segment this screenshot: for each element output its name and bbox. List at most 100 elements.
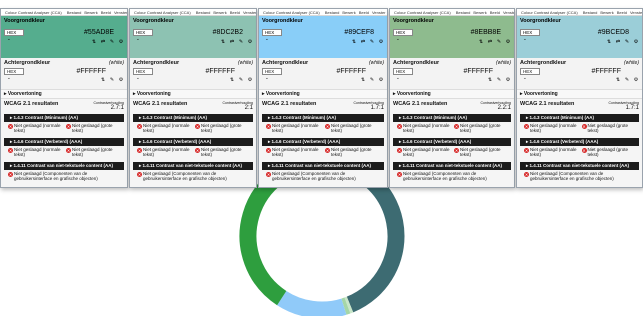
format-value: HEX <box>265 30 275 35</box>
criterion-1-4-6[interactable]: ▸ 1.4.6 Contrast (Verbeterd) (AAA) <box>262 138 384 146</box>
sliders-icon[interactable]: ⇅ <box>478 39 484 45</box>
swap-icon[interactable]: ⇄ <box>229 39 235 45</box>
menu-item-bewerk[interactable]: Bewerk <box>84 10 97 15</box>
preview-toggle[interactable]: ▸ Voorvertoning <box>1 90 127 99</box>
eyedropper-icon[interactable]: ✎ <box>496 39 502 45</box>
background-hex-value[interactable]: #FFFFFF <box>205 68 235 75</box>
eyedropper-icon[interactable]: ✎ <box>624 39 630 45</box>
criterion-1-4-11[interactable]: ▸ 1.4.11 Contrast van niet-tekstuele con… <box>4 162 124 170</box>
criterion-1-4-11[interactable]: ▸ 1.4.11 Contrast van niet-tekstuele con… <box>133 162 253 170</box>
swap-icon[interactable]: ⇄ <box>487 39 493 45</box>
sliders-icon[interactable]: ⇅ <box>229 77 235 83</box>
sliders-icon[interactable]: ⇅ <box>91 39 97 45</box>
background-hex-value[interactable]: #FFFFFF <box>463 68 493 75</box>
background-format-select[interactable]: HEX ⌄ <box>133 68 153 80</box>
settings-icon[interactable]: ⚙ <box>378 39 384 45</box>
criterion-1-4-11[interactable]: ▸ 1.4.11 Contrast van niet-tekstuele con… <box>520 162 639 170</box>
background-format-select[interactable]: HEX ⌄ <box>520 68 540 80</box>
fail-large-text: ✕ Niet geslaagd (grote tekst) <box>581 147 636 158</box>
settings-icon[interactable]: ⚙ <box>633 77 639 83</box>
eyedropper-icon[interactable]: ✎ <box>369 39 375 45</box>
sliders-icon[interactable]: ⇅ <box>615 77 621 83</box>
sliders-icon[interactable]: ⇅ <box>360 77 366 83</box>
settings-icon[interactable]: ⚙ <box>505 39 511 45</box>
foreground-format-select[interactable]: HEX ⌄ <box>133 29 153 41</box>
swap-icon[interactable]: ⇄ <box>100 39 106 45</box>
foreground-hex-value[interactable]: #55AD8E <box>84 29 114 36</box>
eyedropper-icon[interactable]: ✎ <box>238 77 244 83</box>
menu-item-beeld[interactable]: Beeld <box>101 10 111 15</box>
sliders-icon[interactable]: ⇅ <box>220 39 226 45</box>
results-title: WCAG 2.1 resultaten <box>133 101 188 107</box>
menu-item-beeld[interactable]: Beeld <box>490 10 500 15</box>
settings-icon[interactable]: ⚙ <box>247 39 253 45</box>
preview-toggle[interactable]: ▸ Voorvertoning <box>390 90 514 99</box>
sliders-icon[interactable]: ⇅ <box>606 39 612 45</box>
menu-item-venster[interactable]: Venster <box>630 10 642 15</box>
menu-item-bewerk[interactable]: Bewerk <box>473 10 486 15</box>
swap-icon[interactable]: ⇄ <box>360 39 366 45</box>
settings-icon[interactable]: ⚙ <box>505 77 511 83</box>
eyedropper-icon[interactable]: ✎ <box>496 77 502 83</box>
foreground-format-select[interactable]: HEX ⌄ <box>520 29 540 41</box>
menu-item-beeld[interactable]: Beeld <box>359 10 369 15</box>
settings-icon[interactable]: ⚙ <box>633 39 639 45</box>
menu-item-beeld[interactable]: Beeld <box>617 10 627 15</box>
criterion-1-4-11[interactable]: ▸ 1.4.11 Contrast van niet-tekstuele con… <box>393 162 511 170</box>
fail-icon: ✕ <box>454 147 459 153</box>
foreground-format-select[interactable]: HEX ⌄ <box>262 29 282 41</box>
criterion-1-4-6[interactable]: ▸ 1.4.6 Contrast (Verbeterd) (AAA) <box>393 138 511 146</box>
eyedropper-icon[interactable]: ✎ <box>109 77 115 83</box>
eyedropper-icon[interactable]: ✎ <box>369 77 375 83</box>
menu-item-venster[interactable]: Venster <box>243 10 256 15</box>
background-format-select[interactable]: HEX ⌄ <box>262 68 282 80</box>
foreground-format-select[interactable]: HEX ⌄ <box>393 29 413 41</box>
criterion-1-4-6[interactable]: ▸ 1.4.6 Contrast (Verbeterd) (AAA) <box>520 138 639 146</box>
settings-icon[interactable]: ⚙ <box>378 77 384 83</box>
background-hex-value[interactable]: #FFFFFF <box>76 68 106 75</box>
menu-item-beeld[interactable]: Beeld <box>230 10 240 15</box>
criterion-1-4-3[interactable]: ▸ 1.4.3 Contrast (Minimum) (AA) <box>262 114 384 122</box>
eyedropper-icon[interactable]: ✎ <box>624 77 630 83</box>
menu-item-bestand[interactable]: Bestand <box>196 10 211 15</box>
criterion-1-4-3[interactable]: ▸ 1.4.3 Contrast (Minimum) (AA) <box>393 114 511 122</box>
criterion-1-4-3[interactable]: ▸ 1.4.3 Contrast (Minimum) (AA) <box>133 114 253 122</box>
menu-item-bewerk[interactable]: Bewerk <box>213 10 226 15</box>
sliders-icon[interactable]: ⇅ <box>351 39 357 45</box>
foreground-hex-value[interactable]: #8DC2B2 <box>213 29 243 36</box>
menu-item-bewerk[interactable]: Bewerk <box>342 10 355 15</box>
criterion-1-4-6[interactable]: ▸ 1.4.6 Contrast (Verbeterd) (AAA) <box>4 138 124 146</box>
menu-item-bewerk[interactable]: Bewerk <box>600 10 613 15</box>
criterion-1-4-6[interactable]: ▸ 1.4.6 Contrast (Verbeterd) (AAA) <box>133 138 253 146</box>
preview-toggle[interactable]: ▸ Voorvertoning <box>130 90 256 99</box>
preview-toggle[interactable]: ▸ Voorvertoning <box>517 90 642 99</box>
settings-icon[interactable]: ⚙ <box>118 77 124 83</box>
settings-icon[interactable]: ⚙ <box>247 77 253 83</box>
criterion-1-4-11[interactable]: ▸ 1.4.11 Contrast van niet-tekstuele con… <box>262 162 384 170</box>
background-format-select[interactable]: HEX ⌄ <box>4 68 24 80</box>
swap-icon[interactable]: ⇄ <box>615 39 621 45</box>
eyedropper-icon[interactable]: ✎ <box>238 39 244 45</box>
background-hex-value[interactable]: #FFFFFF <box>591 68 621 75</box>
eyedropper-icon[interactable]: ✎ <box>109 39 115 45</box>
menu-item-bestand[interactable]: Bestand <box>583 10 598 15</box>
menu-item-venster[interactable]: Venster <box>503 10 514 15</box>
menu-item-bestand[interactable]: Bestand <box>325 10 340 15</box>
fail-normal-label: Niet geslaagd (normale tekst) <box>143 147 190 157</box>
preview-toggle[interactable]: ▸ Voorvertoning <box>259 90 387 99</box>
menu-item-venster[interactable]: Venster <box>114 10 127 15</box>
criterion-1-4-3[interactable]: ▸ 1.4.3 Contrast (Minimum) (AA) <box>4 114 124 122</box>
background-format-select[interactable]: HEX ⌄ <box>393 68 413 80</box>
sliders-icon[interactable]: ⇅ <box>487 77 493 83</box>
menu-item-bestand[interactable]: Bestand <box>67 10 82 15</box>
background-hex-value[interactable]: #FFFFFF <box>336 68 366 75</box>
settings-icon[interactable]: ⚙ <box>118 39 124 45</box>
menu-item-venster[interactable]: Venster <box>372 10 386 15</box>
foreground-format-select[interactable]: HEX ⌄ <box>4 29 24 41</box>
sliders-icon[interactable]: ⇅ <box>100 77 106 83</box>
menu-item-bestand[interactable]: Bestand <box>456 10 471 15</box>
foreground-hex-value[interactable]: #89CEF8 <box>344 29 374 36</box>
foreground-hex-value[interactable]: #9BCED8 <box>598 29 629 36</box>
criterion-1-4-3[interactable]: ▸ 1.4.3 Contrast (Minimum) (AA) <box>520 114 639 122</box>
foreground-hex-value[interactable]: #8EBB8E <box>471 29 501 36</box>
